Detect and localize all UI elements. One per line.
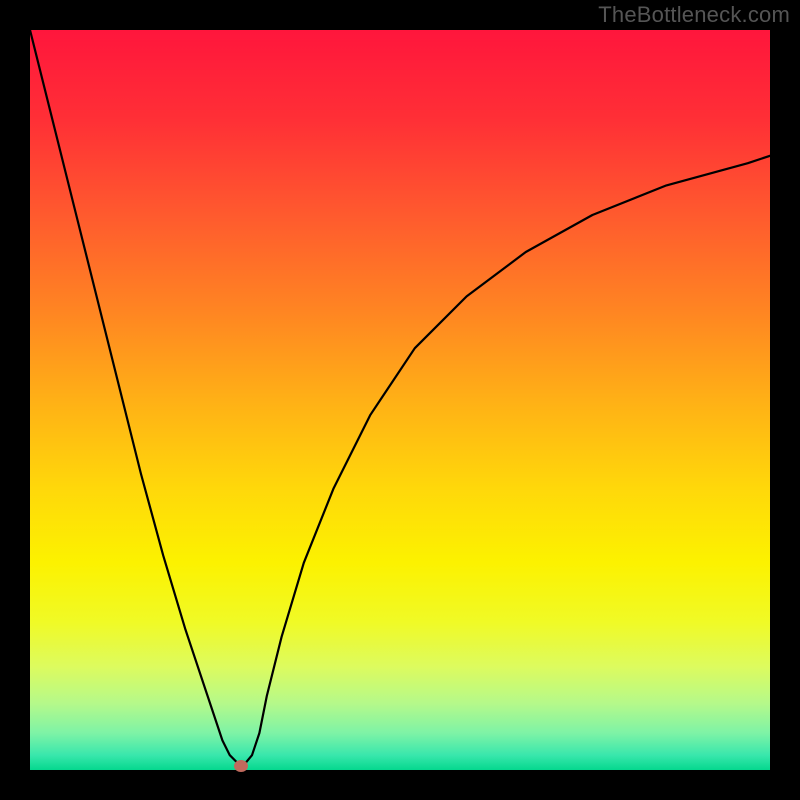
bottleneck-marker <box>234 760 248 772</box>
bottleneck-chart <box>30 30 770 770</box>
watermark-text: TheBottleneck.com <box>598 2 790 28</box>
chart-frame: TheBottleneck.com <box>0 0 800 800</box>
chart-background <box>30 30 770 770</box>
